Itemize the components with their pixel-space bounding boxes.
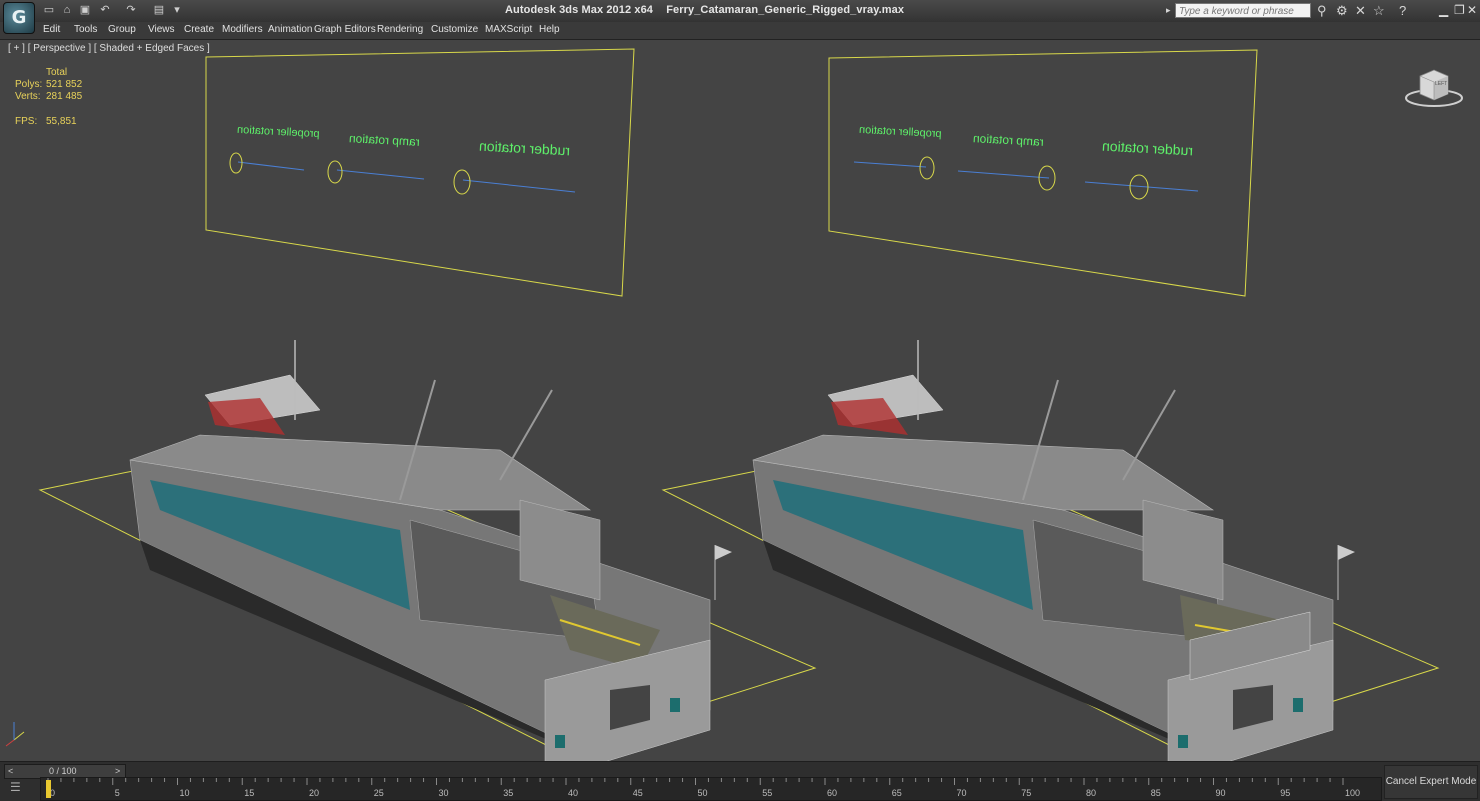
control-sliders-right [853, 161, 1199, 192]
project-folder-icon[interactable]: ▤ [152, 4, 166, 17]
frame-counter: 0 / 100 [49, 766, 77, 776]
control-panel-frame-left [205, 48, 635, 297]
redo-icon[interactable]: ↷ [124, 4, 138, 17]
tick-label: 30 [439, 788, 449, 798]
ferry-model-left [129, 340, 732, 762]
search-input[interactable]: Type a keyword or phrase [1175, 3, 1311, 18]
help-icon[interactable]: ? [1399, 3, 1406, 18]
stats-verts-label: Verts: [15, 91, 41, 102]
window-title: Autodesk 3ds Max 2012 x64 Ferry_Catamara… [505, 4, 914, 16]
tick-label: 45 [633, 788, 643, 798]
stats-polys-label: Polys: [15, 79, 43, 90]
menu-modifiers[interactable]: Modifiers [222, 24, 263, 35]
ferry-model-right [752, 340, 1355, 762]
menu-customize[interactable]: Customize [431, 24, 478, 35]
tick-label: 75 [1021, 788, 1031, 798]
menu-views[interactable]: Views [148, 24, 175, 35]
binoculars-icon[interactable]: ⚲ [1317, 3, 1327, 18]
tick-label: 85 [1151, 788, 1161, 798]
viewcube[interactable]: LEFT [1404, 66, 1464, 110]
tick-label: 5 [115, 788, 120, 798]
timeline-bar: < 0 / 100 > ☰ 0 5 10 15 20 25 30 35 40 45 50 55 60 65… [0, 761, 1480, 801]
menu-tools[interactable]: Tools [74, 24, 97, 35]
minimize-icon[interactable]: ▁ [1439, 3, 1448, 18]
tick-label: 15 [244, 788, 254, 798]
tick-label: 50 [698, 788, 708, 798]
undo-icon[interactable]: ↶ [98, 4, 112, 17]
tick-label: 60 [827, 788, 837, 798]
tick-label: 40 [568, 788, 578, 798]
menu-edit[interactable]: Edit [43, 24, 60, 35]
app-menu-icon[interactable]: G [3, 2, 35, 34]
tick-label: 10 [180, 788, 190, 798]
viewport-scene [5, 48, 1440, 762]
tick-label: 35 [503, 788, 513, 798]
tick-label: 95 [1280, 788, 1290, 798]
axis-tripod-icon [5, 722, 25, 747]
new-file-icon[interactable]: ▭ [42, 4, 56, 17]
tick-label: 25 [374, 788, 384, 798]
current-frame-marker [46, 780, 51, 798]
open-file-icon[interactable]: ⌂ [60, 4, 74, 17]
control-knobs-right [919, 156, 1149, 200]
search-expand-icon[interactable]: ▸ [1166, 3, 1171, 18]
viewcube-face-label: LEFT [1435, 81, 1448, 87]
save-icon[interactable]: ▣ [78, 4, 92, 17]
stats-fps-value: 55,851 [46, 116, 77, 127]
stats-total-label: Total [46, 67, 68, 78]
tick-label: 65 [892, 788, 902, 798]
control-knobs-left [229, 152, 471, 195]
prev-frame-button[interactable]: < [8, 766, 13, 776]
cancel-expert-mode-button[interactable]: Cancel Expert Mode [1384, 765, 1478, 799]
tick-label: 55 [762, 788, 772, 798]
title-bar: G ▭ ⌂ ▣ ↶ ↷ ▤ ▾ Autodesk 3ds Max 2012 x6… [0, 0, 1480, 34]
stats-verts-value: 281 485 [46, 91, 83, 102]
app-name: Autodesk 3ds Max 2012 x64 [505, 4, 654, 16]
star-icon[interactable]: ☆ [1373, 3, 1385, 18]
quick-access-dropdown-icon[interactable]: ▾ [170, 4, 184, 17]
menu-bar: Edit Tools Group Views Create Modifiers … [0, 22, 1480, 39]
stats-fps-label: FPS: [15, 116, 38, 127]
close-icon[interactable]: ✕ [1467, 3, 1477, 18]
restore-icon[interactable]: ❐ [1454, 3, 1465, 18]
menu-group[interactable]: Group [108, 24, 136, 35]
file-name: Ferry_Catamaran_Generic_Rigged_vray.max [666, 4, 905, 16]
menu-create[interactable]: Create [184, 24, 214, 35]
next-frame-button[interactable]: > [115, 766, 120, 776]
menu-graph-editors[interactable]: Graph Editors [314, 24, 376, 35]
control-panel-frame-right [828, 49, 1258, 297]
menu-help[interactable]: Help [539, 24, 560, 35]
tick-label: 100 [1345, 788, 1360, 798]
tools-icon[interactable]: ⚙ [1336, 3, 1348, 18]
tick-label: 70 [957, 788, 967, 798]
menu-maxscript[interactable]: MAXScript [485, 24, 532, 35]
stats-polys-value: 521 852 [46, 79, 83, 90]
viewport-label[interactable]: [ + ] [ Perspective ] [ Shaded + Edged F… [8, 43, 210, 54]
tick-label: 20 [309, 788, 319, 798]
track-bar-ticks: 0 5 10 15 20 25 30 35 40 45 50 55 60 65 70 75 80 85 90 95 10… [46, 778, 1360, 798]
tick-label: 90 [1216, 788, 1226, 798]
perspective-viewport[interactable]: propeller rotation ramp rotation rudder … [0, 39, 1480, 762]
track-bar[interactable]: 0 5 10 15 20 25 30 35 40 45 50 55 60 65 70 75 80 85 90 95 10… [40, 777, 1382, 801]
close-search-icon[interactable]: ✕ [1355, 3, 1366, 18]
menu-animation[interactable]: Animation [268, 24, 312, 35]
tick-label: 80 [1086, 788, 1096, 798]
menu-rendering[interactable]: Rendering [377, 24, 423, 35]
control-sliders-left [237, 161, 576, 193]
mini-curve-editor-icon[interactable]: ☰ [10, 780, 30, 795]
